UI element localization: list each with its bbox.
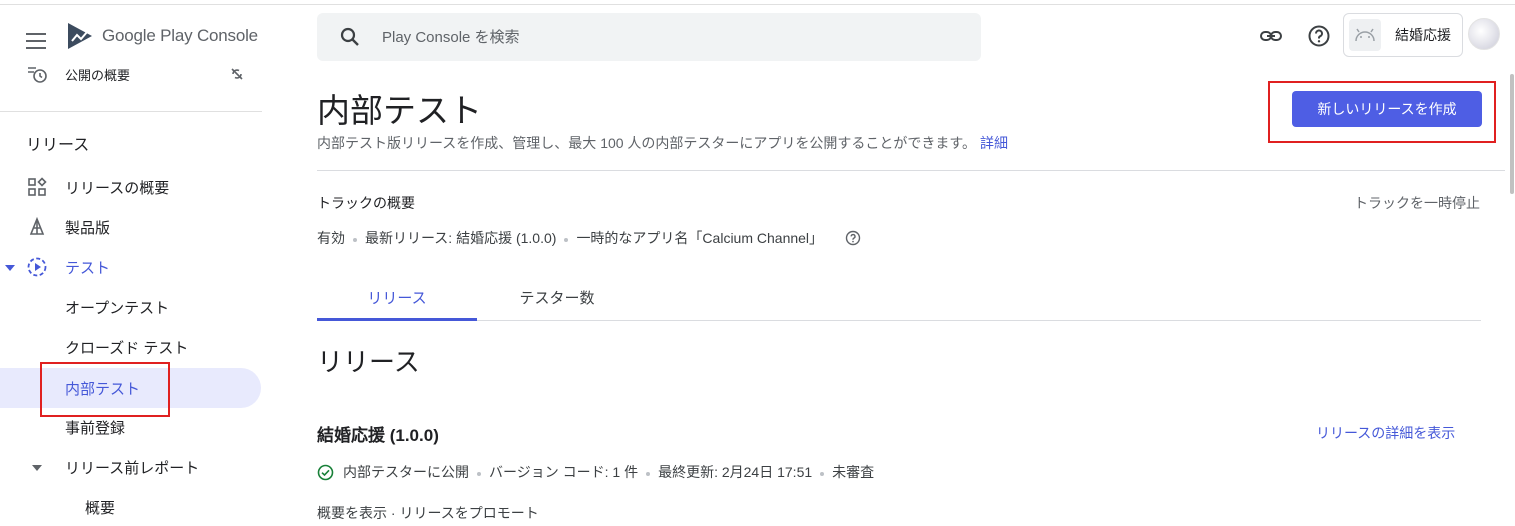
track-summary-title: トラックの概要 [317, 195, 415, 211]
sidebar: Google Play Console 公開の概要 リリース リリースの概要 製… [0, 5, 262, 517]
sidebar-item-releases-overview[interactable]: リリースの概要 [0, 168, 262, 206]
track-meta: 有効 最新リリース: 結婚応援 (1.0.0) 一時的なアプリ名「Calcium… [317, 228, 861, 248]
production-icon [26, 216, 48, 238]
page-description: 内部テスト版リリースを作成、管理し、最大 100 人の内部テスターにアプリを公開… [317, 133, 1008, 153]
pause-track-button[interactable]: トラックを一時停止 [1354, 193, 1480, 213]
separator-dot [353, 238, 357, 242]
sidebar-item-testing[interactable]: テスト [0, 248, 262, 286]
sidebar-item-production[interactable]: 製品版 [0, 208, 262, 246]
version-code: バージョン コード: 1 件 [489, 464, 639, 480]
sidebar-item-label: 概要 [85, 499, 116, 517]
view-release-details-link[interactable]: リリースの詳細を表示 [1316, 423, 1455, 443]
logo-text: Google Play Console [102, 26, 258, 45]
tab-releases[interactable]: リリース [317, 282, 477, 321]
release-meta: 内部テスターに公開 バージョン コード: 1 件 最終更新: 2月24日 17:… [317, 462, 874, 482]
search-icon [340, 27, 359, 46]
expand-caret-icon [5, 265, 15, 271]
help-icon[interactable] [1307, 24, 1331, 48]
app-selector[interactable]: 結婚応援 [1343, 13, 1463, 57]
separator-dot [820, 472, 825, 476]
search-input[interactable] [380, 27, 944, 47]
latest-release: 最新リリース: 結婚応援 (1.0.0) [365, 230, 557, 246]
release-name: 結婚応援 (1.0.0) [317, 426, 439, 445]
divider [317, 170, 1505, 171]
sidebar-item-label: 製品版 [65, 219, 111, 237]
release-status: 内部テスターに公開 [343, 464, 469, 480]
last-updated: 最終更新: 2月24日 17:51 [658, 464, 813, 480]
track-status: 有効 [317, 230, 345, 246]
page-description-text: 内部テスト版リリースを作成、管理し、最大 100 人の内部テスターにアプリを公開… [317, 135, 977, 151]
separator-dot [477, 472, 481, 476]
testing-icon [26, 256, 48, 278]
review-status: 未審査 [832, 464, 875, 480]
search-bar[interactable] [317, 13, 981, 61]
releases-heading: リリース [317, 347, 420, 377]
scrollbar[interactable] [1509, 74, 1515, 511]
sidebar-item-label: リリースの概要 [65, 179, 170, 197]
check-circle-icon [317, 464, 334, 480]
sidebar-item-pre-launch-report[interactable]: リリース前レポート [0, 448, 262, 486]
release-actions-row[interactable]: 概要を表示 · リリースをプロモート [317, 503, 539, 523]
page-title: 内部テスト [317, 92, 482, 129]
learn-more-link[interactable]: 詳細 [980, 135, 1008, 151]
dashboard-icon [26, 176, 48, 198]
sidebar-item-label: リリース前レポート [65, 459, 200, 477]
tab-bar: リリース テスター数 [317, 282, 1481, 321]
help-icon[interactable] [845, 230, 861, 246]
sidebar-section-label: リリース [26, 137, 90, 154]
sidebar-item-label: クローズド テスト [65, 339, 189, 357]
play-console-logo-icon [68, 23, 92, 49]
tab-testers[interactable]: テスター数 [477, 282, 637, 318]
sidebar-item-label: オープンテスト [65, 299, 170, 317]
sync-off-icon [229, 66, 245, 82]
sidebar-item-label: テスト [65, 259, 111, 277]
sidebar-item-label: 事前登録 [65, 419, 126, 437]
history-icon [26, 63, 48, 85]
menu-icon[interactable] [26, 33, 46, 49]
android-icon [1349, 19, 1381, 51]
app-name: 結婚応援 [1395, 27, 1451, 43]
sidebar-item-label: 公開の概要 [65, 67, 131, 83]
create-release-button[interactable]: 新しいリリースを作成 [1292, 91, 1482, 127]
temporary-app-name: 一時的なアプリ名「Calcium Channel」 [576, 230, 824, 246]
separator-dot [646, 472, 651, 476]
play-console-logo[interactable]: Google Play Console [66, 21, 258, 51]
annotation-box-internal-testing [40, 362, 170, 417]
scrollbar-thumb[interactable] [1510, 74, 1514, 194]
sidebar-item-report-overview[interactable]: 概要 [0, 488, 262, 526]
account-avatar[interactable] [1468, 18, 1500, 50]
expand-caret-icon [32, 465, 42, 471]
sidebar-divider [0, 111, 262, 112]
sidebar-item-publishing-overview[interactable]: 公開の概要 [0, 55, 262, 93]
sidebar-item-open-testing[interactable]: オープンテスト [0, 288, 262, 326]
separator-dot [564, 238, 569, 242]
sidebar-item-closed-testing[interactable]: クローズド テスト [0, 328, 262, 366]
link-icon[interactable] [1259, 24, 1283, 48]
